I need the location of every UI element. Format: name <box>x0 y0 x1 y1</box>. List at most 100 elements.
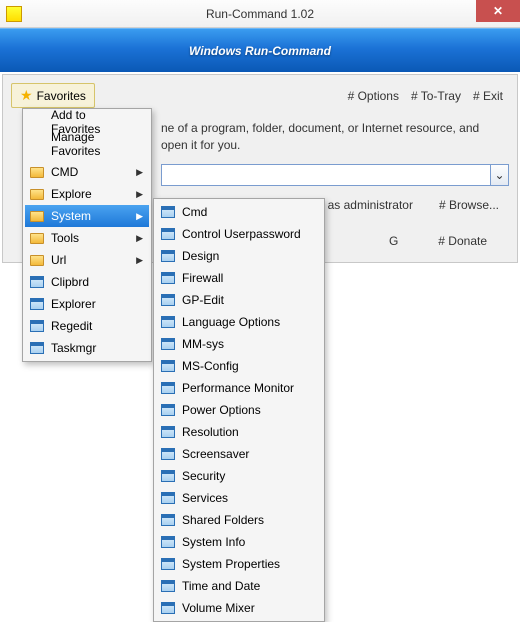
menu-item-label: Power Options <box>182 403 261 417</box>
folder-icon <box>29 252 45 268</box>
title-bar: Run-Command 1.02 ✕ <box>0 0 520 28</box>
chevron-right-icon: ▶ <box>136 233 143 244</box>
folder-icon <box>29 186 45 202</box>
window-icon <box>160 424 176 440</box>
folder-icon <box>29 164 45 180</box>
menu-explore[interactable]: Explore▶ <box>25 183 149 205</box>
system-menu-item[interactable]: MS-Config <box>156 355 322 377</box>
window-icon <box>160 226 176 242</box>
chevron-right-icon: ▶ <box>136 167 143 178</box>
system-menu-item[interactable]: Time and Date <box>156 575 322 597</box>
window-icon <box>29 318 45 334</box>
to-tray-link[interactable]: # To-Tray <box>405 87 467 105</box>
favorites-button[interactable]: ★ Favorites <box>11 83 95 108</box>
folder-icon <box>29 208 45 224</box>
menu-item-label: Volume Mixer <box>182 601 255 615</box>
menu-item-label: Language Options <box>182 315 280 329</box>
system-menu-item[interactable]: System Properties <box>156 553 322 575</box>
window-title: Run-Command 1.02 <box>206 7 314 21</box>
menu-item-label: MM-sys <box>182 337 224 351</box>
menu-item-label: MS-Config <box>182 359 239 373</box>
system-menu-item[interactable]: Control Userpassword <box>156 223 322 245</box>
system-menu-item[interactable]: Cmd <box>156 201 322 223</box>
window-icon <box>160 468 176 484</box>
system-menu-item[interactable]: Design <box>156 245 322 267</box>
window-icon <box>160 358 176 374</box>
window-icon <box>29 340 45 356</box>
system-menu-item[interactable]: Volume Mixer <box>156 597 322 619</box>
menu-clipbrd[interactable]: Clipbrd <box>25 271 149 293</box>
donate-link[interactable]: # Donate <box>432 232 493 250</box>
menu-item-label: Shared Folders <box>182 513 264 527</box>
window-icon <box>160 204 176 220</box>
system-menu-item[interactable]: Firewall <box>156 267 322 289</box>
close-icon: ✕ <box>493 4 503 18</box>
favorites-label: Favorites <box>37 89 86 103</box>
window-icon <box>29 296 45 312</box>
menu-taskmgr[interactable]: Taskmgr <box>25 337 149 359</box>
app-icon <box>6 6 22 22</box>
menu-item-label: Firewall <box>182 271 223 285</box>
menu-explorer[interactable]: Explorer <box>25 293 149 315</box>
window-icon <box>160 402 176 418</box>
menu-tools[interactable]: Tools▶ <box>25 227 149 249</box>
menu-manage-favorites[interactable]: Manage Favorites <box>25 133 149 155</box>
system-submenu: Cmd Control Userpassword Design Firewall GP-… <box>153 198 325 622</box>
banner: Windows Run-Command <box>0 28 520 72</box>
command-combobox[interactable]: ⌄ <box>161 164 509 186</box>
window-icon <box>29 274 45 290</box>
menu-item-label: Security <box>182 469 225 483</box>
menu-regedit[interactable]: Regedit <box>25 315 149 337</box>
menu-item-label: GP-Edit <box>182 293 224 307</box>
system-menu-item[interactable]: Resolution <box>156 421 322 443</box>
window-icon <box>160 314 176 330</box>
window-icon <box>160 446 176 462</box>
chevron-down-icon: ⌄ <box>494 168 504 182</box>
window-icon <box>160 270 176 286</box>
g-label: G <box>383 232 404 250</box>
window-icon <box>160 248 176 264</box>
system-menu-item[interactable]: Services <box>156 487 322 509</box>
close-button[interactable]: ✕ <box>476 0 520 22</box>
description-text: ne of a program, folder, document, or In… <box>161 120 509 154</box>
menu-cmd[interactable]: CMD▶ <box>25 161 149 183</box>
menu-item-label: System Properties <box>182 557 280 571</box>
menu-url[interactable]: Url▶ <box>25 249 149 271</box>
system-menu-item[interactable]: Shared Folders <box>156 509 322 531</box>
star-icon: ★ <box>20 87 33 104</box>
menu-item-label: Control Userpassword <box>182 227 301 241</box>
menu-item-label: Time and Date <box>182 579 260 593</box>
menu-item-label: Services <box>182 491 228 505</box>
window-icon <box>160 578 176 594</box>
menu-item-label: Cmd <box>182 205 207 219</box>
combo-dropdown-button[interactable]: ⌄ <box>491 164 509 186</box>
banner-text: Windows Run-Command <box>189 44 331 58</box>
system-menu-item[interactable]: System Info <box>156 531 322 553</box>
window-icon <box>160 556 176 572</box>
system-menu-item[interactable]: Security <box>156 465 322 487</box>
exit-link[interactable]: # Exit <box>467 87 509 105</box>
system-menu-item[interactable]: Language Options <box>156 311 322 333</box>
menu-item-label: Resolution <box>182 425 239 439</box>
command-input[interactable] <box>161 164 491 186</box>
system-menu-item[interactable]: Screensaver <box>156 443 322 465</box>
menu-item-label: Screensaver <box>182 447 249 461</box>
system-menu-item[interactable]: Performance Monitor <box>156 377 322 399</box>
chevron-right-icon: ▶ <box>136 189 143 200</box>
system-menu-item[interactable]: Power Options <box>156 399 322 421</box>
menu-system[interactable]: System▶ <box>25 205 149 227</box>
system-menu-item[interactable]: MM-sys <box>156 333 322 355</box>
options-link[interactable]: # Options <box>342 87 405 105</box>
window-icon <box>160 336 176 352</box>
favorites-menu: Add to Favorites Manage Favorites CMD▶ E… <box>22 108 152 362</box>
window-icon <box>160 292 176 308</box>
chevron-right-icon: ▶ <box>136 255 143 266</box>
window-icon <box>160 512 176 528</box>
menu-item-label: Performance Monitor <box>182 381 294 395</box>
window-icon <box>160 380 176 396</box>
menu-item-label: Design <box>182 249 219 263</box>
menu-item-label: System Info <box>182 535 245 549</box>
system-menu-item[interactable]: GP-Edit <box>156 289 322 311</box>
window-icon <box>160 600 176 616</box>
browse-link[interactable]: # Browse... <box>433 196 505 214</box>
